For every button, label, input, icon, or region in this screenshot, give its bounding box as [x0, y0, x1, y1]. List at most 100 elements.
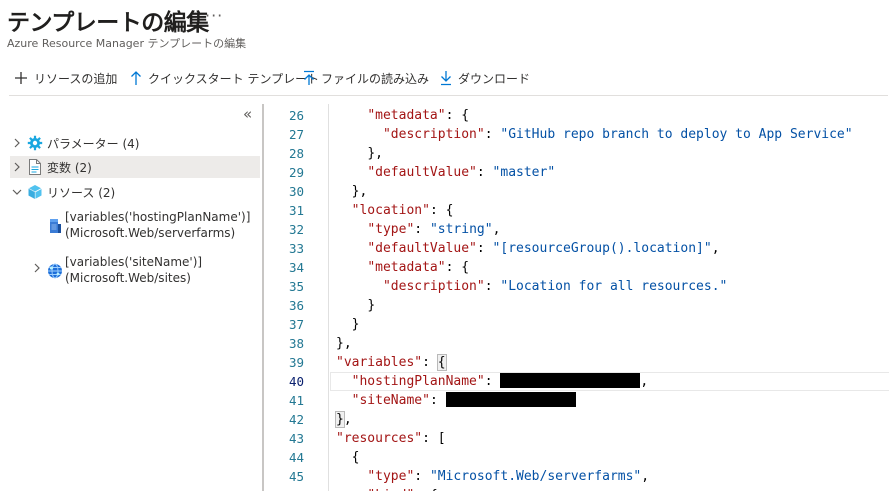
code-text: "hostingPlanName": ,	[336, 372, 648, 391]
add-resource-button[interactable]: リソースの追加	[14, 66, 117, 90]
line-number: 33	[288, 241, 304, 256]
line-number: 40	[288, 374, 304, 389]
plus-icon	[15, 72, 27, 84]
matched-bracket: {	[436, 354, 447, 371]
code-punctuation: ,	[641, 469, 650, 484]
tree-item-resources[interactable]: リソース (2)	[10, 181, 260, 203]
code-line[interactable]: 37 }	[264, 315, 889, 334]
json-key: "hostingPlanName"	[351, 374, 485, 389]
code-text: {	[336, 448, 360, 467]
redacted-value	[445, 392, 576, 407]
download-label: ダウンロード	[458, 71, 531, 86]
tree-item-label: パラメーター (4)	[47, 136, 140, 151]
json-string: "[resourceGroup().location]"	[492, 241, 712, 256]
tree-item-variables[interactable]: 変数 (2)	[10, 156, 260, 178]
code-line[interactable]: 30 },	[264, 182, 889, 201]
json-string: "string"	[429, 222, 493, 237]
code-line[interactable]: 40 "hostingPlanName": ,	[264, 372, 889, 391]
code-punctuation: : {	[445, 108, 470, 123]
json-key: "metadata"	[367, 108, 446, 123]
line-number: 37	[288, 317, 304, 332]
quickstart-template-button[interactable]: クイックスタート テンプレート	[130, 66, 319, 90]
line-number: 38	[288, 336, 304, 351]
code-line[interactable]: 32 "type": "string",	[264, 220, 889, 239]
code-line[interactable]: 44 {	[264, 448, 889, 467]
code-text: },	[336, 334, 352, 353]
download-button[interactable]: ダウンロード	[440, 66, 530, 90]
template-outline: « パラメーター (4) 変数 (2) リソース (2) [variables(…	[0, 104, 262, 491]
line-number: 46	[264, 486, 304, 491]
code-text: "kind": {	[336, 486, 437, 491]
line-number: 28	[288, 146, 304, 161]
code-punctuation: {	[351, 450, 360, 465]
line-number: 36	[288, 298, 304, 313]
more-options-button[interactable]: ···	[205, 6, 223, 25]
code-editor[interactable]: 26 "metadata": {27 "description": "GitHu…	[264, 104, 889, 491]
code-text: "defaultValue": "[resourceGroup().locati…	[336, 239, 720, 258]
download-icon	[441, 71, 451, 86]
code-line[interactable]: 34 "metadata": {	[264, 258, 889, 277]
quickstart-template-label: クイックスタート テンプレート	[148, 71, 320, 86]
code-line[interactable]: 45 "type": "Microsoft.Web/serverfarms",	[264, 467, 889, 486]
code-punctuation: :	[476, 241, 493, 256]
code-text: "siteName":	[336, 391, 576, 410]
code-line[interactable]: 33 "defaultValue": "[resourceGroup().loc…	[264, 239, 889, 258]
chevron-right-icon[interactable]	[10, 138, 24, 148]
json-string: "Microsoft.Web/serverfarms"	[429, 469, 642, 484]
chevron-down-icon[interactable]	[10, 188, 24, 196]
tree-item-site[interactable]: [variables('siteName')] (Microsoft.Web/s…	[34, 254, 256, 288]
load-file-button[interactable]: ファイルの読み込み	[303, 66, 429, 90]
code-line[interactable]: 46 "kind": {	[264, 486, 889, 491]
resource-name: [variables('hostingPlanName')]	[65, 210, 251, 224]
code-line[interactable]: 39 "variables": {	[264, 353, 889, 372]
line-number: 31	[288, 203, 304, 218]
code-punctuation: ,	[711, 241, 720, 256]
globe-icon	[46, 262, 64, 280]
json-key: "description"	[382, 127, 485, 142]
line-number: 41	[288, 393, 304, 408]
code-line[interactable]: 35 "description": "Location for all reso…	[264, 277, 889, 296]
code-punctuation: :	[484, 374, 501, 389]
code-text: "metadata": {	[336, 258, 469, 277]
code-line[interactable]: 26 "metadata": {	[264, 106, 889, 125]
code-line[interactable]: 41 "siteName":	[264, 391, 889, 410]
json-key: "defaultValue"	[367, 165, 477, 180]
tree-item-hosting-plan[interactable]: [variables('hostingPlanName')] (Microsof…	[36, 209, 256, 243]
code-punctuation: : {	[445, 260, 470, 275]
json-key: "resources"	[336, 431, 423, 446]
tree-item-label: 変数 (2)	[47, 160, 92, 175]
code-line[interactable]: 29 "defaultValue": "master"	[264, 163, 889, 182]
line-number: 29	[288, 165, 304, 180]
code-punctuation: ,	[492, 222, 501, 237]
line-number: 34	[288, 260, 304, 275]
code-line[interactable]: 38},	[264, 334, 889, 353]
chevron-right-icon[interactable]	[10, 162, 24, 172]
code-line[interactable]: 28 },	[264, 144, 889, 163]
collapse-sidebar-button[interactable]: «	[243, 105, 252, 123]
code-punctuation: :	[414, 469, 430, 484]
json-string: "Location for all resources."	[500, 279, 728, 294]
code-text: "resources": [	[336, 429, 446, 448]
line-number: 35	[288, 279, 304, 294]
code-line[interactable]: 43 "resources": [	[264, 429, 889, 448]
code-line[interactable]: 36 }	[264, 296, 889, 315]
load-file-label: ファイルの読み込み	[321, 71, 430, 86]
code-line[interactable]: 27 "description": "GitHub repo branch to…	[264, 125, 889, 144]
code-punctuation: :	[422, 355, 438, 370]
code-line[interactable]: 42},	[264, 410, 889, 429]
code-text: }	[336, 315, 360, 334]
redacted-value	[500, 373, 641, 388]
code-punctuation: :	[484, 127, 501, 142]
chevron-right-icon[interactable]	[30, 263, 44, 273]
code-punctuation: },	[351, 184, 368, 199]
line-number: 32	[288, 222, 304, 237]
code-line[interactable]: 31 "location": {	[264, 201, 889, 220]
page-header: テンプレートの編集 ··· Azure Resource Manager テンプ…	[0, 0, 889, 62]
json-key: "variables"	[336, 355, 423, 370]
code-punctuation: : {	[429, 203, 454, 218]
code-punctuation: : [	[422, 431, 446, 446]
gear-icon	[26, 134, 44, 152]
cube-icon	[26, 183, 44, 201]
tree-item-label: リソース (2)	[47, 185, 116, 200]
tree-item-parameters[interactable]: パラメーター (4)	[10, 132, 260, 154]
